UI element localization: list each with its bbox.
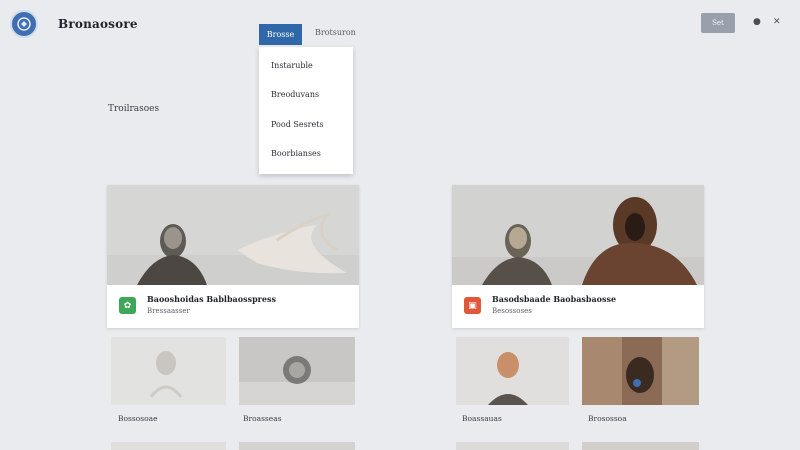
dropdown-item[interactable]: Pood Sesrets [271,120,324,129]
leaf-icon: ✿ [119,297,136,314]
card-title: Baooshoidas Bablbaosspress [147,294,276,304]
thumbnail-image[interactable] [456,442,569,450]
card-image [107,185,359,285]
section-label: Troilrasoes [108,104,160,114]
dropdown-item[interactable]: Boorbianses [271,149,321,158]
dropdown-item[interactable]: Instaruble [271,61,313,70]
card-title: Basodsbaade Baobasbaosse [492,294,617,304]
featured-card[interactable]: ▣ Basodsbaade Baobasbaosse Besossoses [452,185,704,328]
app-title: Bronaosore [58,17,138,31]
featured-card[interactable]: ✿ Baooshoidas Bablbaosspress Bressaasser [107,185,359,328]
settings-icon[interactable]: ● [753,17,761,27]
logo-icon [17,17,31,31]
thumbnail-image[interactable] [582,337,699,405]
image-icon: ▣ [464,297,481,314]
thumbnail-caption: Brosossoa [588,414,627,423]
thumbnail-image[interactable] [239,442,355,450]
thumbnail-caption: Boassauas [462,414,502,423]
dropdown-item[interactable]: Breoduvans [271,90,319,99]
dropdown-menu: Instaruble Breoduvans Pood Sesrets Boorb… [259,47,353,174]
close-icon[interactable]: ✕ [773,17,781,27]
thumbnail-image[interactable] [456,337,569,405]
thumbnail-image[interactable] [582,442,699,450]
thumbnail-caption: Broasseas [243,414,282,423]
thumbnail-image[interactable] [111,442,226,450]
card-image [452,185,704,285]
tab-active[interactable]: Brosse [259,24,302,45]
tab-secondary[interactable]: Brotsuron [315,28,356,37]
thumbnail-image[interactable] [111,337,226,405]
app-logo[interactable] [10,10,38,38]
card-subtitle: Bressaasser [147,307,190,315]
thumbnail-caption: Bossosoae [118,414,158,423]
thumbnail-image[interactable] [239,337,355,405]
card-subtitle: Besossoses [492,307,532,315]
header-action-button[interactable]: Set [701,13,735,33]
